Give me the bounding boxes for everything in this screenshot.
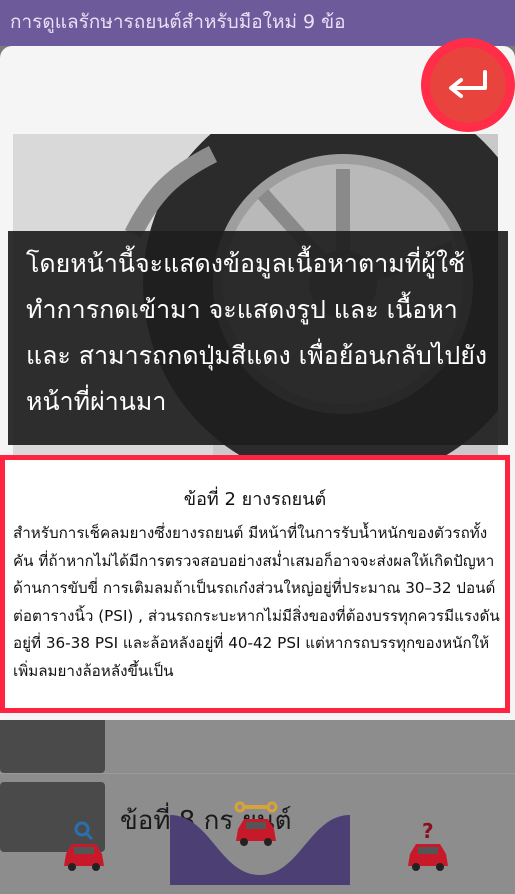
car-wrench-icon[interactable] bbox=[228, 795, 284, 851]
return-arrow-icon bbox=[449, 70, 487, 98]
content-body: สำหรับการเช็คลมยางซึ่งยางรถยนต์ มีหน้าที… bbox=[13, 524, 500, 680]
bottom-navigation: ? bbox=[0, 801, 515, 885]
instruction-overlay: โดยหน้านี้จะแสดงข้อมูลเนื้อหาตามที่ผู้ใช… bbox=[8, 231, 508, 445]
car-question-icon[interactable]: ? bbox=[400, 820, 456, 876]
app-title-bar: การดูแลรักษารถยนต์สำหรับมือใหม่ 9 ข้อ bbox=[0, 0, 515, 46]
content-box: ข้อที่ 2 ยางรถยนต์ สำหรับการเช็คลมยางซึ่… bbox=[0, 455, 510, 713]
car-search-icon[interactable] bbox=[56, 820, 112, 876]
instruction-text: โดยหน้านี้จะแสดงข้อมูลเนื้อหาตามที่ผู้ใช… bbox=[26, 249, 488, 416]
content-title: ข้อที่ 2 ยางรถยนต์ bbox=[183, 489, 327, 510]
svg-text:?: ? bbox=[422, 820, 434, 843]
back-button-face bbox=[430, 47, 506, 123]
back-button[interactable] bbox=[421, 38, 515, 132]
app-title: การดูแลรักษารถยนต์สำหรับมือใหม่ 9 ข้อ bbox=[10, 11, 346, 33]
